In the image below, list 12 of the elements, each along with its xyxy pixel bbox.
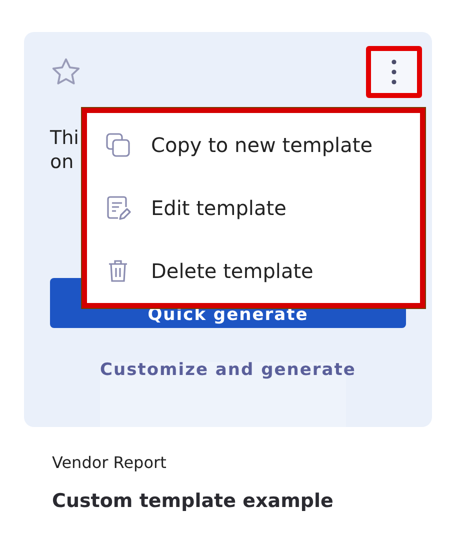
menu-item[interactable]: Edit template	[105, 194, 420, 221]
customize-link[interactable]: Customize and generate	[100, 360, 356, 380]
category-label: Vendor Report	[52, 453, 166, 472]
description-text: on	[50, 150, 74, 174]
more-options-button[interactable]	[366, 46, 422, 98]
description-text: Thi	[50, 126, 79, 150]
more-icon	[391, 59, 397, 85]
menu-item[interactable]: Copy to new template	[105, 132, 420, 158]
edit-icon	[105, 194, 131, 221]
copy-icon	[105, 132, 131, 158]
template-title: Custom template example	[52, 490, 334, 512]
menu-item[interactable]: Delete template	[105, 258, 420, 284]
